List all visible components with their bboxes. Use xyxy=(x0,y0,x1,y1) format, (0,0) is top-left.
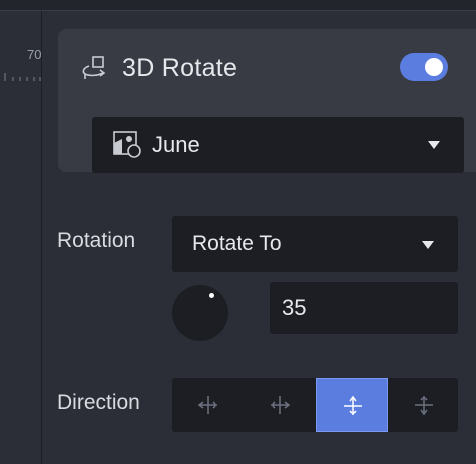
enable-toggle[interactable] xyxy=(400,53,448,81)
rotation-mode-select[interactable]: Rotate To xyxy=(172,216,458,272)
flip-vertical-up-icon xyxy=(344,395,362,415)
rotation-label: Rotation xyxy=(57,229,136,252)
direction-button-up[interactable] xyxy=(316,378,388,432)
app-window: 70 3D Rotate June Rotation Rotate To 35 … xyxy=(0,0,476,464)
flip-vertical-down-icon xyxy=(415,396,433,416)
flip-horizontal-left-icon xyxy=(197,396,217,414)
card-header: 3D Rotate xyxy=(79,50,469,86)
direction-button-down[interactable] xyxy=(388,378,458,432)
rotate-3d-icon xyxy=(82,56,106,79)
properties-panel: 3D Rotate June Rotation Rotate To 35 Dir… xyxy=(42,11,476,464)
flip-horizontal-right-icon xyxy=(271,396,291,414)
direction-label: Direction xyxy=(57,391,140,414)
direction-button-group xyxy=(172,378,458,432)
target-layer-select[interactable]: June xyxy=(92,117,464,173)
card-title: 3D Rotate xyxy=(122,54,238,82)
rotate-3d-card: 3D Rotate June xyxy=(58,29,476,173)
timeline-ruler[interactable]: 70 xyxy=(0,11,42,464)
target-layer-value: June xyxy=(152,132,200,157)
dial-handle[interactable] xyxy=(209,293,214,298)
rotation-mode-value: Rotate To xyxy=(192,232,282,255)
direction-button-left[interactable] xyxy=(172,378,244,432)
rotation-value-input[interactable] xyxy=(270,282,458,334)
ruler-label: 70 xyxy=(27,47,42,62)
ruler-ticks xyxy=(4,73,41,81)
chevron-down-icon xyxy=(428,141,440,149)
top-toolbar xyxy=(0,0,476,11)
direction-button-right[interactable] xyxy=(244,378,316,432)
toggle-knob xyxy=(425,58,443,76)
chevron-down-icon xyxy=(422,241,434,249)
image-shapes-icon xyxy=(113,131,141,158)
rotation-dial[interactable] xyxy=(172,285,228,341)
